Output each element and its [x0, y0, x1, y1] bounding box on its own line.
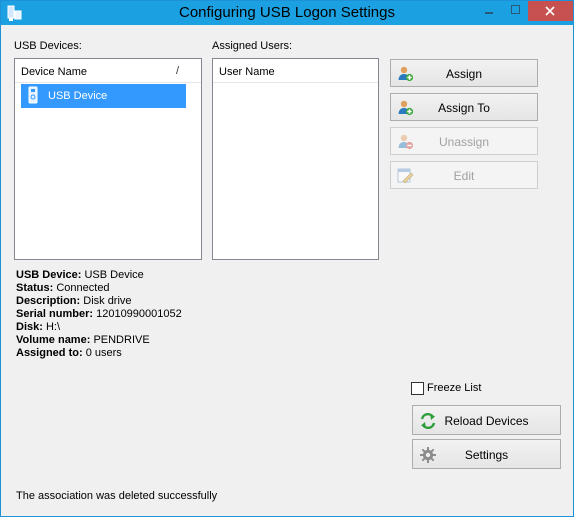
- freeze-list-label[interactable]: Freeze List: [427, 382, 481, 394]
- settings-label: Settings: [464, 448, 509, 462]
- maximize-button[interactable]: [504, 1, 526, 21]
- close-icon: [545, 6, 555, 16]
- detail-usb-device-value: USB Device: [84, 269, 144, 281]
- reload-devices-label: Reload Devices: [444, 414, 529, 428]
- main-window: Configuring USB Logon Settings USB Devic…: [0, 0, 574, 517]
- close-button[interactable]: [528, 1, 573, 21]
- detail-status-value: Connected: [56, 282, 110, 294]
- detail-volume: Volume name: PENDRIVE: [16, 334, 182, 347]
- detail-disk-value: H:\: [45, 321, 61, 333]
- unassign-button-label: Unassign: [438, 135, 490, 149]
- device-details: USB Device: USB Device Status: Connected…: [16, 269, 182, 360]
- device-name-header-label: Device Name: [21, 66, 88, 78]
- assign-to-button-label: Assign To: [438, 101, 490, 115]
- detail-assigned: Assigned to: 0 users: [16, 347, 182, 360]
- usb-devices-label: USB Devices:: [14, 40, 82, 52]
- freeze-list-checkbox[interactable]: [411, 382, 424, 395]
- assigned-users-label: Assigned Users:: [212, 40, 293, 52]
- edit-button[interactable]: Edit: [390, 161, 538, 189]
- assign-button-label: Assign: [445, 67, 483, 81]
- detail-description-value: Disk drive: [83, 295, 132, 307]
- detail-serial-key: Serial number:: [16, 308, 94, 320]
- detail-assigned-key: Assigned to:: [16, 347, 83, 359]
- unassign-button[interactable]: Unassign: [390, 127, 538, 155]
- detail-disk-key: Disk:: [16, 321, 43, 333]
- detail-disk: Disk: H:\: [16, 321, 182, 334]
- usb-devices-list[interactable]: Device Name / USB Device: [14, 58, 202, 260]
- column-sort-indicator: /: [175, 65, 179, 77]
- status-message: The association was deleted successfully: [16, 490, 218, 502]
- detail-status-key: Status:: [16, 282, 54, 294]
- settings-button[interactable]: Settings: [412, 439, 561, 469]
- list-item-usb-device[interactable]: USB Device: [21, 84, 186, 108]
- assign-to-button[interactable]: Assign To: [390, 93, 538, 121]
- usb-device-item-label: USB Device: [48, 90, 108, 102]
- detail-serial: Serial number: 12010990001052: [16, 308, 182, 321]
- minimize-button[interactable]: [478, 1, 500, 21]
- title-bar[interactable]: Configuring USB Logon Settings: [1, 1, 573, 25]
- assign-button[interactable]: Assign: [390, 59, 538, 87]
- edit-button-label: Edit: [453, 169, 475, 183]
- reload-devices-button[interactable]: Reload Devices: [412, 405, 561, 435]
- usb-drive-icon: [28, 86, 38, 104]
- assigned-users-list[interactable]: User Name: [212, 58, 379, 260]
- detail-volume-value: PENDRIVE: [93, 334, 150, 346]
- detail-usb-device-key: USB Device:: [16, 269, 82, 281]
- detail-serial-value: 12010990001052: [96, 308, 182, 320]
- detail-description-key: Description:: [16, 295, 81, 307]
- detail-usb-device: USB Device: USB Device: [16, 269, 182, 282]
- detail-description: Description: Disk drive: [16, 295, 182, 308]
- device-name-column-header[interactable]: Device Name /: [15, 59, 201, 83]
- detail-status: Status: Connected: [16, 282, 182, 295]
- user-name-column-header[interactable]: User Name: [213, 59, 378, 83]
- detail-volume-key: Volume name:: [16, 334, 91, 346]
- detail-assigned-value: 0 users: [85, 347, 122, 359]
- user-name-header-label: User Name: [219, 66, 275, 78]
